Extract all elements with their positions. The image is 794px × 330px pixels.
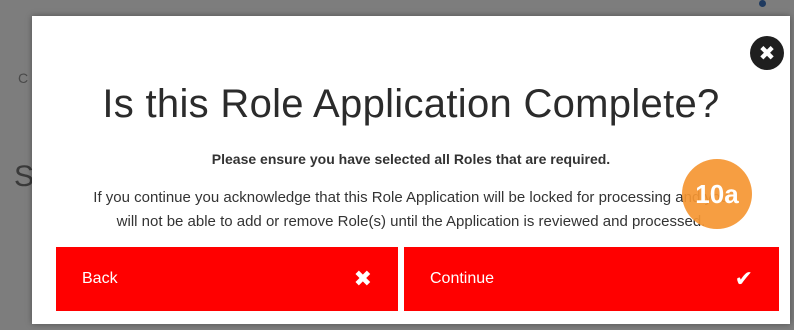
body-line-1: If you continue you acknowledge that thi…	[93, 189, 729, 206]
background-partial-heading: S	[14, 160, 35, 193]
modal-title: Is this Role Application Complete?	[102, 82, 720, 126]
background-dot	[759, 0, 766, 7]
modal-body: If you continue you acknowledge that thi…	[52, 186, 770, 234]
step-badge: 10a	[682, 159, 752, 229]
back-button-label: Back	[82, 270, 118, 287]
continue-button[interactable]: Continue ✔	[404, 247, 779, 311]
back-button[interactable]: Back ✖	[56, 247, 398, 311]
close-icon: ✖	[758, 42, 776, 65]
modal-subtitle: Please ensure you have selected all Role…	[211, 151, 611, 167]
confirmation-modal: ✖ Is this Role Application Complete? Ple…	[32, 16, 790, 324]
close-button[interactable]: ✖	[750, 36, 784, 70]
background-partial-text: C	[18, 70, 29, 86]
checkmark-icon: ✔	[734, 266, 753, 291]
x-icon: ✖	[353, 266, 372, 291]
continue-button-label: Continue	[430, 270, 495, 287]
body-line-2: will not be able to add or remove Role(s…	[116, 213, 706, 230]
